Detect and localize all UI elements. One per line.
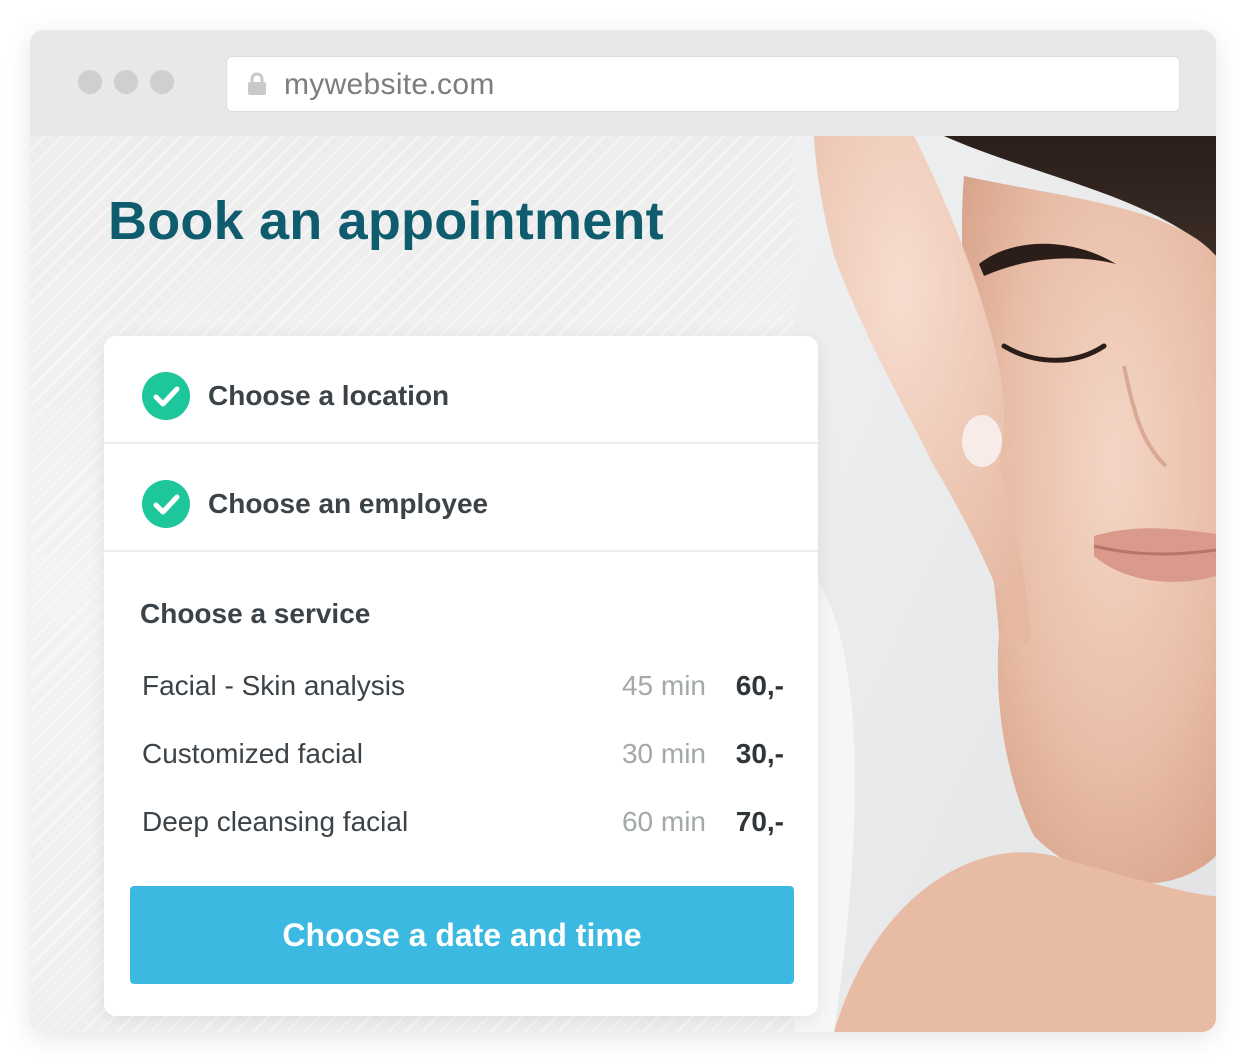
lock-icon <box>248 72 266 95</box>
step-label: Choose a location <box>208 380 450 411</box>
service-section-heading: Choose a service <box>140 598 371 629</box>
booking-card: Choose a location Choose an employee Cho… <box>104 336 818 1016</box>
service-price: 30,- <box>735 738 784 769</box>
check-circle-icon <box>142 372 190 420</box>
window-maximize-dot[interactable] <box>150 70 174 94</box>
service-duration: 45 min <box>621 670 706 701</box>
choose-date-time-button[interactable]: Choose a date and time <box>130 886 794 984</box>
service-row-customized-facial[interactable]: Customized facial 30 min 30,- <box>142 738 792 778</box>
page-viewport: Book an appointment Choose a location Ch… <box>30 136 1216 1032</box>
service-name: Customized facial <box>142 738 363 769</box>
service-duration: 30 min <box>621 738 706 769</box>
check-circle-icon <box>142 480 190 528</box>
step-label: Choose an employee <box>208 488 489 519</box>
service-row-skin-analysis[interactable]: Facial - Skin analysis 45 min 60,- <box>142 670 792 710</box>
window-minimize-dot[interactable] <box>114 70 138 94</box>
service-price: 70,- <box>735 806 784 837</box>
browser-window: mywebsite.com Book an appointment Choose… <box>30 30 1216 1032</box>
page-title: Book an appointment <box>108 191 664 251</box>
service-name: Deep cleansing facial <box>142 806 409 837</box>
service-row-deep-cleansing[interactable]: Deep cleansing facial 60 min 70,- <box>142 806 792 846</box>
service-price: 60,- <box>735 670 784 701</box>
window-close-dot[interactable] <box>78 70 102 94</box>
address-bar[interactable]: mywebsite.com <box>226 56 1180 112</box>
spa-facial-photo <box>794 136 1216 1032</box>
service-duration: 60 min <box>621 806 706 837</box>
step-choose-employee[interactable]: Choose an employee <box>104 444 818 552</box>
service-name: Facial - Skin analysis <box>142 670 405 701</box>
url-text: mywebsite.com <box>284 68 495 101</box>
step-choose-location[interactable]: Choose a location <box>104 336 818 444</box>
browser-toolbar: mywebsite.com <box>30 30 1216 136</box>
